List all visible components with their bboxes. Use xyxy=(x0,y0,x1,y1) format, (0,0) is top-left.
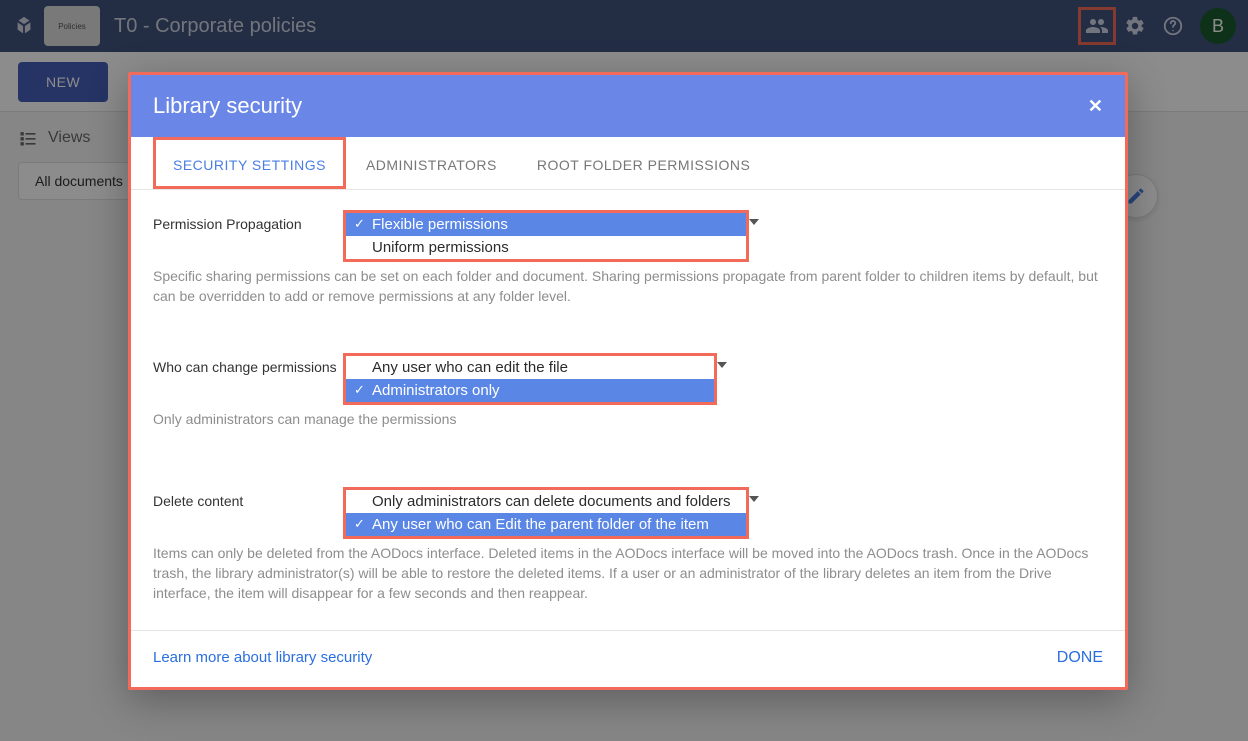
delete-desc: Items can only be deleted from the AODoc… xyxy=(153,543,1103,604)
propagation-dropdown[interactable]: Flexible permissions Uniform permissions xyxy=(343,210,749,262)
propagation-label: Permission Propagation xyxy=(153,210,343,232)
tab-administrators[interactable]: ADMINISTRATORS xyxy=(346,137,517,189)
tab-root-folder-permissions[interactable]: ROOT FOLDER PERMISSIONS xyxy=(517,137,771,189)
delete-label: Delete content xyxy=(153,487,343,509)
learn-more-link[interactable]: Learn more about library security xyxy=(153,649,372,666)
delete-dropdown[interactable]: Only administrators can delete documents… xyxy=(343,487,749,539)
done-button[interactable]: DONE xyxy=(1057,649,1103,667)
change-row: Who can change permissions Any user who … xyxy=(153,353,1103,405)
change-desc: Only administrators can manage the permi… xyxy=(153,409,1103,429)
delete-row: Delete content Only administrators can d… xyxy=(153,487,1103,539)
change-option-admins-only[interactable]: Administrators only xyxy=(346,379,714,402)
propagation-desc: Specific sharing permissions can be set … xyxy=(153,266,1103,307)
dialog-tabs: SECURITY SETTINGS ADMINISTRATORS ROOT FO… xyxy=(131,137,1125,190)
change-dropdown[interactable]: Any user who can edit the file Administr… xyxy=(343,353,717,405)
dialog-title: Library security xyxy=(153,93,302,119)
delete-option-any-editor[interactable]: Any user who can Edit the parent folder … xyxy=(346,513,746,536)
dialog-footer: Learn more about library security DONE xyxy=(131,630,1125,687)
propagation-option-uniform[interactable]: Uniform permissions xyxy=(346,236,746,259)
change-option-any-user[interactable]: Any user who can edit the file xyxy=(346,356,714,379)
propagation-row: Permission Propagation Flexible permissi… xyxy=(153,210,1103,262)
propagation-option-flexible[interactable]: Flexible permissions xyxy=(346,213,746,236)
tab-security-settings[interactable]: SECURITY SETTINGS xyxy=(153,137,346,189)
dialog-body: Permission Propagation Flexible permissi… xyxy=(131,190,1125,630)
change-label: Who can change permissions xyxy=(153,353,363,375)
close-icon[interactable]: ✕ xyxy=(1088,96,1103,117)
library-security-dialog: Library security ✕ SECURITY SETTINGS ADM… xyxy=(128,72,1128,690)
delete-option-admins-only[interactable]: Only administrators can delete documents… xyxy=(346,490,746,513)
dialog-header: Library security ✕ xyxy=(131,75,1125,137)
